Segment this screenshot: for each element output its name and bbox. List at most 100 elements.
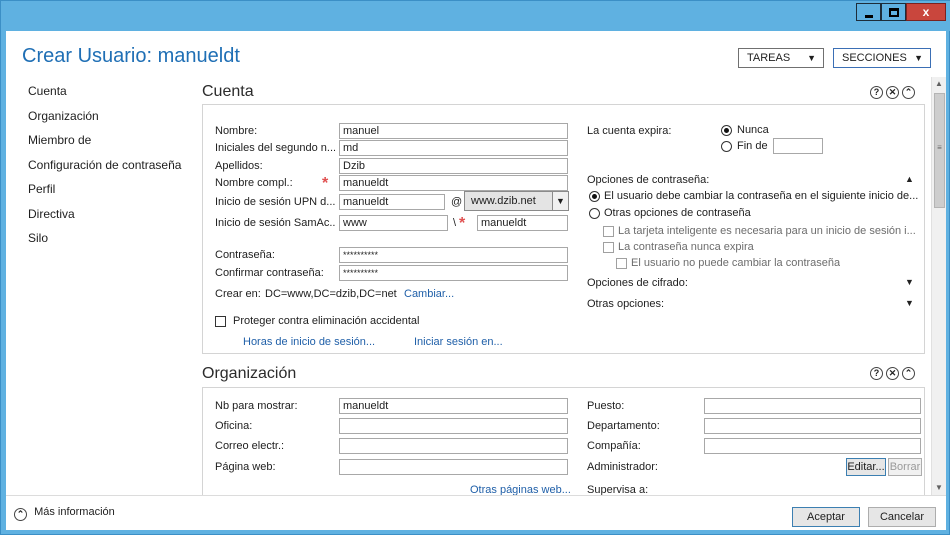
close-window-button[interactable]: x [906, 3, 946, 21]
cambiar-link[interactable]: Cambiar... [404, 288, 454, 300]
cuenta-section-controls: ? ✕ ⌃ [870, 86, 915, 99]
nav-item-configuracion-contrasena[interactable]: Configuración de contraseña [28, 158, 181, 183]
tareas-dropdown[interactable]: TAREAS ▼ [738, 48, 824, 68]
collapse-arrow-icon[interactable]: ▲ [905, 174, 914, 184]
compania-field[interactable] [704, 438, 921, 454]
nombre-compl-field[interactable]: manueldt [339, 175, 568, 191]
collapse-icon[interactable]: ⌃ [902, 367, 915, 380]
nunca-radio[interactable] [721, 125, 732, 136]
iniciar-sesion-link[interactable]: Iniciar sesión en... [414, 336, 503, 348]
maximize-icon [889, 8, 899, 17]
sam-label: Inicio de sesión SamAc... [215, 217, 335, 229]
chevron-down-icon: ▼ [807, 53, 816, 63]
no-puede-cambiar-label: El usuario no puede cambiar la contraseñ… [631, 257, 841, 269]
secciones-dropdown[interactable]: SECCIONES ▼ [833, 48, 931, 68]
fin-de-field[interactable] [773, 138, 823, 154]
scroll-down-icon[interactable]: ▼ [932, 481, 946, 495]
section-nav: Cuenta Organización Miembro de Configura… [28, 84, 181, 256]
nombre-compl-label: Nombre compl.: [215, 177, 293, 189]
puesto-field[interactable] [704, 398, 921, 414]
cuenta-panel: Nombre: manuel Iniciales del segundo n..… [202, 104, 925, 354]
required-icon: * [459, 215, 466, 232]
editar-button[interactable]: Editar... [846, 458, 886, 476]
nb-field[interactable]: manueldt [339, 398, 568, 414]
cuenta-section-title: Cuenta [202, 83, 254, 100]
nav-item-silo[interactable]: Silo [28, 231, 181, 256]
apellidos-field[interactable]: Dzib [339, 158, 568, 174]
help-icon[interactable]: ? [870, 367, 883, 380]
correo-field[interactable] [339, 438, 568, 454]
tarjeta-checkbox[interactable] [603, 226, 614, 237]
nav-item-cuenta[interactable]: Cuenta [28, 84, 181, 109]
debe-cambiar-radio[interactable] [589, 191, 600, 202]
upn-domain-value: www.dzib.net [471, 195, 536, 207]
nombre-field[interactable]: manuel [339, 123, 568, 139]
proteger-label: Proteger contra eliminación accidental [233, 315, 420, 327]
collapse-icon[interactable]: ⌃ [902, 86, 915, 99]
nunca-label: Nunca [737, 124, 769, 136]
chevron-down-icon[interactable]: ▼ [552, 192, 568, 210]
help-icon[interactable]: ? [870, 86, 883, 99]
confirmar-label: Confirmar contraseña: [215, 267, 324, 279]
mas-informacion-toggle[interactable]: ⌃ Más información [14, 506, 115, 521]
expira-label: La cuenta expira: [587, 125, 672, 137]
sam-domain-field[interactable]: www [339, 215, 448, 231]
cancelar-button[interactable]: Cancelar [868, 507, 936, 527]
opciones-contrasena-label: Opciones de contraseña: [587, 174, 710, 186]
title-bar: x [1, 1, 950, 31]
vertical-scrollbar[interactable]: ▲ ≡ ▼ [931, 77, 946, 495]
contrasena-label: Contraseña: [215, 249, 275, 261]
confirm-password-field[interactable]: ********** [339, 265, 568, 281]
fin-de-label: Fin de [737, 140, 768, 152]
upn-at-sign: @ [451, 196, 463, 208]
maximize-button[interactable] [881, 3, 906, 21]
administrador-label: Administrador: [587, 461, 658, 473]
dialog-window: x Crear Usuario: manueldt TAREAS ▼ SECCI… [0, 0, 950, 535]
upn-domain-select[interactable]: www.dzib.net ▼ [464, 191, 569, 211]
nav-item-perfil[interactable]: Perfil [28, 182, 181, 207]
minimize-button[interactable] [856, 3, 881, 21]
departamento-field[interactable] [704, 418, 921, 434]
grip-icon: ≡ [937, 143, 942, 152]
web-field[interactable] [339, 459, 568, 475]
no-puede-cambiar-checkbox[interactable] [616, 258, 627, 269]
borrar-button[interactable]: Borrar [888, 458, 922, 476]
chevron-down-icon: ▼ [914, 53, 923, 63]
scroll-up-icon[interactable]: ▲ [932, 77, 946, 91]
puesto-label: Puesto: [587, 400, 625, 412]
nav-item-miembro-de[interactable]: Miembro de [28, 133, 181, 158]
supervisa-label: Supervisa a: [587, 484, 649, 495]
nunca-expira-label: La contraseña nunca expira [618, 241, 754, 253]
horas-link[interactable]: Horas de inicio de sesión... [243, 336, 375, 348]
oficina-field[interactable] [339, 418, 568, 434]
iniciales-label: Iniciales del segundo n... [215, 142, 335, 154]
upn-field[interactable]: manueldt [339, 194, 445, 210]
scroll-thumb[interactable]: ≡ [934, 93, 945, 208]
upn-label: Inicio de sesión UPN d... [215, 196, 335, 208]
nombre-label: Nombre: [215, 125, 258, 137]
otras-opciones-contrasena-radio[interactable] [589, 208, 600, 219]
nav-item-organizacion[interactable]: Organización [28, 109, 181, 134]
iniciales-field[interactable]: md [339, 140, 568, 156]
otras-paginas-link[interactable]: Otras páginas web... [470, 484, 571, 495]
nunca-expira-checkbox[interactable] [603, 242, 614, 253]
compania-label: Compañía: [587, 440, 641, 452]
expand-arrow-icon[interactable]: ▼ [905, 298, 914, 308]
password-field[interactable]: ********** [339, 247, 568, 263]
sam-account-field[interactable]: manueldt [477, 215, 568, 231]
organizacion-section-title: Organización [202, 365, 297, 382]
proteger-checkbox[interactable] [215, 316, 226, 327]
opciones-cifrado-label: Opciones de cifrado: [587, 277, 688, 289]
departamento-label: Departamento: [587, 420, 660, 432]
close-section-icon[interactable]: ✕ [886, 86, 899, 99]
nav-item-directiva[interactable]: Directiva [28, 207, 181, 232]
aceptar-button[interactable]: Aceptar [792, 507, 860, 527]
expand-arrow-icon[interactable]: ▼ [905, 277, 914, 287]
fin-de-radio[interactable] [721, 141, 732, 152]
web-label: Página web: [215, 461, 276, 473]
close-section-icon[interactable]: ✕ [886, 367, 899, 380]
apellidos-label: Apellidos: [215, 160, 263, 172]
close-icon: x [922, 5, 930, 19]
debe-cambiar-label: El usuario debe cambiar la contraseña en… [604, 190, 919, 202]
otras-opciones-contrasena-label: Otras opciones de contraseña [604, 207, 751, 219]
